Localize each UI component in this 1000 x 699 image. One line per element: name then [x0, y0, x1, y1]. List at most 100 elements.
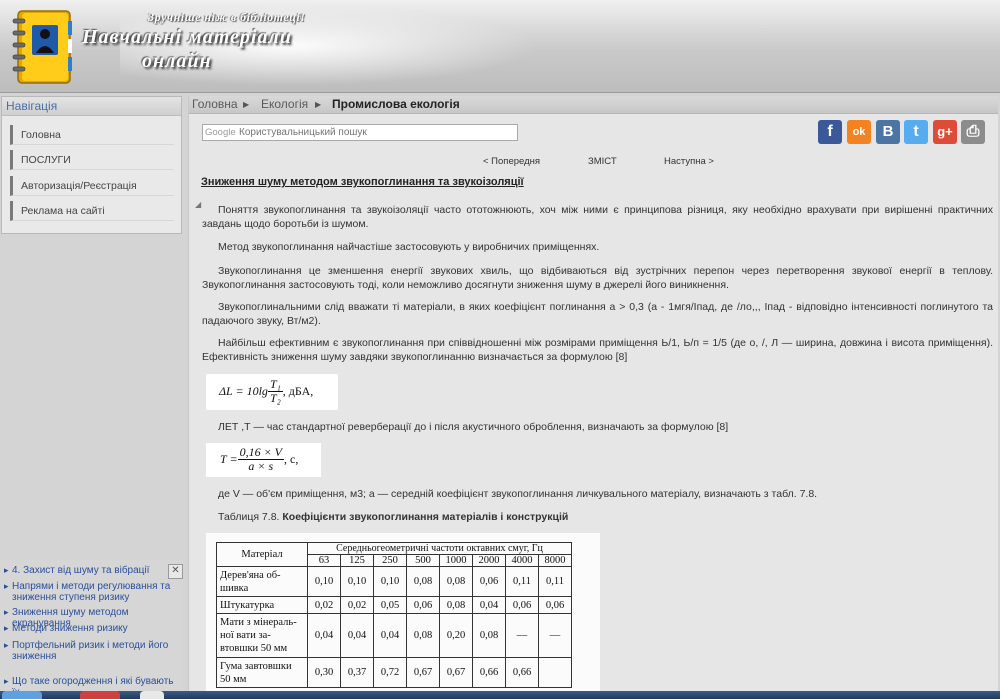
table-cell: —	[538, 613, 572, 658]
article-paragraph: Звукопоглинальними слід вважати ті матер…	[202, 300, 993, 328]
facebook-icon[interactable]: f	[818, 120, 842, 144]
prev-page-link[interactable]: < Попередня	[483, 156, 540, 167]
paragraph-text: Звукопоглинальними слід вважати ті матер…	[202, 301, 993, 327]
table-freq-header: 63	[307, 554, 341, 567]
article-paragraph: Поняття звукопоглинання та звукоізоляції…	[202, 203, 993, 231]
paragraph-text: Найбільш ефективним є звукопоглинання пр…	[202, 337, 993, 363]
table-cell: 0,72	[373, 657, 407, 688]
table-freq-header: 250	[373, 554, 407, 567]
related-link[interactable]: Методи зниження ризику	[4, 623, 174, 634]
related-link[interactable]: Напрями і методи регулювання та зниження…	[4, 581, 174, 603]
odnoklassniki-icon[interactable]: ok	[847, 120, 871, 144]
table-cell: 0,10	[307, 566, 341, 597]
twitter-icon[interactable]: t	[904, 120, 928, 144]
table-cell: 0,06	[538, 596, 572, 614]
taskbar-app-button[interactable]	[140, 691, 164, 699]
table-cell: 0,11	[538, 566, 572, 597]
os-taskbar	[0, 691, 1000, 699]
table-cell: 0,67	[406, 657, 440, 688]
absorption-coefficients-table-image: Матеріал Середньогеометричні частоти окт…	[206, 533, 600, 699]
site-header: Зручніше ніж в бібліотеці! Навчальні мат…	[0, 0, 1000, 93]
table-cell: 0,66	[505, 657, 539, 688]
table-cell: 0,04	[340, 613, 374, 658]
google-logo: Google	[205, 127, 236, 138]
related-link[interactable]: Портфельний ризик і методи його зниження	[4, 640, 174, 662]
table-cell: 0,37	[340, 657, 374, 688]
search-box[interactable]: Google	[202, 124, 518, 141]
table-cell-material: Гума завтовшки 50 мм	[216, 657, 308, 688]
table-cell: 0,08	[406, 613, 440, 658]
table-header-material: Матеріал	[216, 542, 308, 567]
absorption-coefficients-table: Матеріал Середньогеометричні частоти окт…	[216, 542, 572, 688]
related-link-label: Методи зниження ризику	[12, 623, 128, 634]
table-freq-header: 8000	[538, 554, 572, 567]
google-plus-icon[interactable]: g+	[933, 120, 957, 144]
search-input[interactable]	[239, 125, 509, 139]
table-cell-material: Дерев'яна об-шивка	[216, 566, 308, 597]
table-cell: 0,10	[373, 566, 407, 597]
table-freq-header: 125	[340, 554, 374, 567]
nav-item-home[interactable]: Головна	[10, 125, 174, 145]
address-book-logo-icon[interactable]	[8, 7, 76, 87]
table-freq-header: 500	[406, 554, 440, 567]
table-cell: 0,08	[439, 596, 473, 614]
start-button[interactable]	[2, 691, 42, 699]
table-cell: 0,30	[307, 657, 341, 688]
taskbar-app-button[interactable]	[80, 691, 120, 699]
nav-item-advertising[interactable]: Реклама на сайті	[10, 201, 174, 221]
vkontakte-icon[interactable]: B	[876, 120, 900, 144]
table-freq-header: 2000	[472, 554, 506, 567]
nav-item-login-register[interactable]: Авторизація/Реєстрація	[10, 176, 174, 196]
print-icon[interactable]: ⎙	[961, 120, 985, 144]
table-cell: 0,04	[472, 596, 506, 614]
table-row: Штукатурка 0,02 0,02 0,05 0,06 0,08 0,04…	[216, 596, 572, 614]
article-paragraph: Звукопоглинання це зменшення енергії зву…	[202, 264, 993, 292]
article-paragraph: Найбільш ефективним є звукопоглинання пр…	[202, 336, 993, 364]
breadcrumb-current: Промислова екологія	[332, 97, 460, 111]
table-cell: —	[505, 613, 539, 658]
table-cell: 0,66	[472, 657, 506, 688]
chevron-right-icon: ▶	[243, 100, 250, 109]
formula-unit: , дБА,	[282, 384, 314, 398]
breadcrumb-ecology[interactable]: Екологія	[261, 96, 308, 113]
paragraph-text: Поняття звукопоглинання та звукоізоляції…	[202, 204, 993, 230]
formula-lhs: T =	[220, 452, 238, 466]
paragraph-text: Звукопоглинання це зменшення енергії зву…	[202, 265, 993, 291]
table-row: Мати з мінераль-ної вати за-втовшки 50 м…	[216, 613, 572, 658]
table-caption-title: Коефіцієнти звукопоглинання матеріалів і…	[282, 511, 569, 523]
breadcrumb-home[interactable]: Головна	[192, 96, 238, 113]
table-cell	[538, 657, 572, 688]
article-paragraph: ЛЕТ ,Т — час стандартної реверберації до…	[202, 420, 993, 434]
site-title-line-1[interactable]: Навчальні матеріали	[82, 26, 292, 49]
table-cell: 0,08	[439, 566, 473, 597]
site-title-line-2[interactable]: онлайн	[142, 50, 212, 73]
table-cell-material: Штукатурка	[216, 596, 308, 614]
navigation-title: Навігація	[2, 97, 181, 116]
table-cell: 0,06	[472, 566, 506, 597]
formula-lhs: ΔL = 10lg	[219, 384, 268, 398]
related-link[interactable]: 4. Захист від шуму та вібрації	[4, 565, 174, 576]
nav-item-services[interactable]: ПОСЛУГИ	[10, 150, 174, 170]
table-cell: 0,10	[340, 566, 374, 597]
next-page-link[interactable]: Наступна >	[664, 156, 714, 167]
toc-link[interactable]: ЗМІСТ	[588, 156, 617, 167]
table-freq-header: 1000	[439, 554, 473, 567]
formula-delta-l: ΔL = 10lg T₁ T₂, дБА,	[206, 374, 338, 410]
table-cell-material: Мати з мінераль-ної вати за-втовшки 50 м…	[216, 613, 308, 658]
breadcrumb: Головна ▶ Екологія ▶ Промислова екологія	[189, 96, 998, 114]
table-cell: 0,20	[439, 613, 473, 658]
article-paragraph: де V — об'єм приміщення, м3; а — середні…	[202, 487, 993, 501]
article-paragraph: Метод звукопоглинання найчастіше застосо…	[202, 240, 993, 254]
navigation-panel: Навігація Головна ПОСЛУГИ Авторизація/Ре…	[1, 96, 182, 234]
table-cell: 0,06	[406, 596, 440, 614]
paragraph-text: Метод звукопоглинання найчастіше застосо…	[218, 241, 600, 253]
table-cell: 0,02	[340, 596, 374, 614]
table-cell: 0,11	[505, 566, 539, 597]
paragraph-text: де V — об'єм приміщення, м3; а — середні…	[218, 488, 818, 500]
formula-reverberation-time: T = 0,16 × Va × s , с,	[206, 443, 321, 477]
table-cell: 0,04	[307, 613, 341, 658]
related-links-panel: ✕ 4. Захист від шуму та вібрації Напрями…	[0, 560, 183, 699]
paragraph-text: ЛЕТ ,Т — час стандартної реверберації до…	[218, 421, 729, 433]
related-link-label: 4. Захист від шуму та вібрації	[12, 565, 150, 576]
table-caption-prefix: Таблиця 7.8.	[218, 511, 283, 523]
